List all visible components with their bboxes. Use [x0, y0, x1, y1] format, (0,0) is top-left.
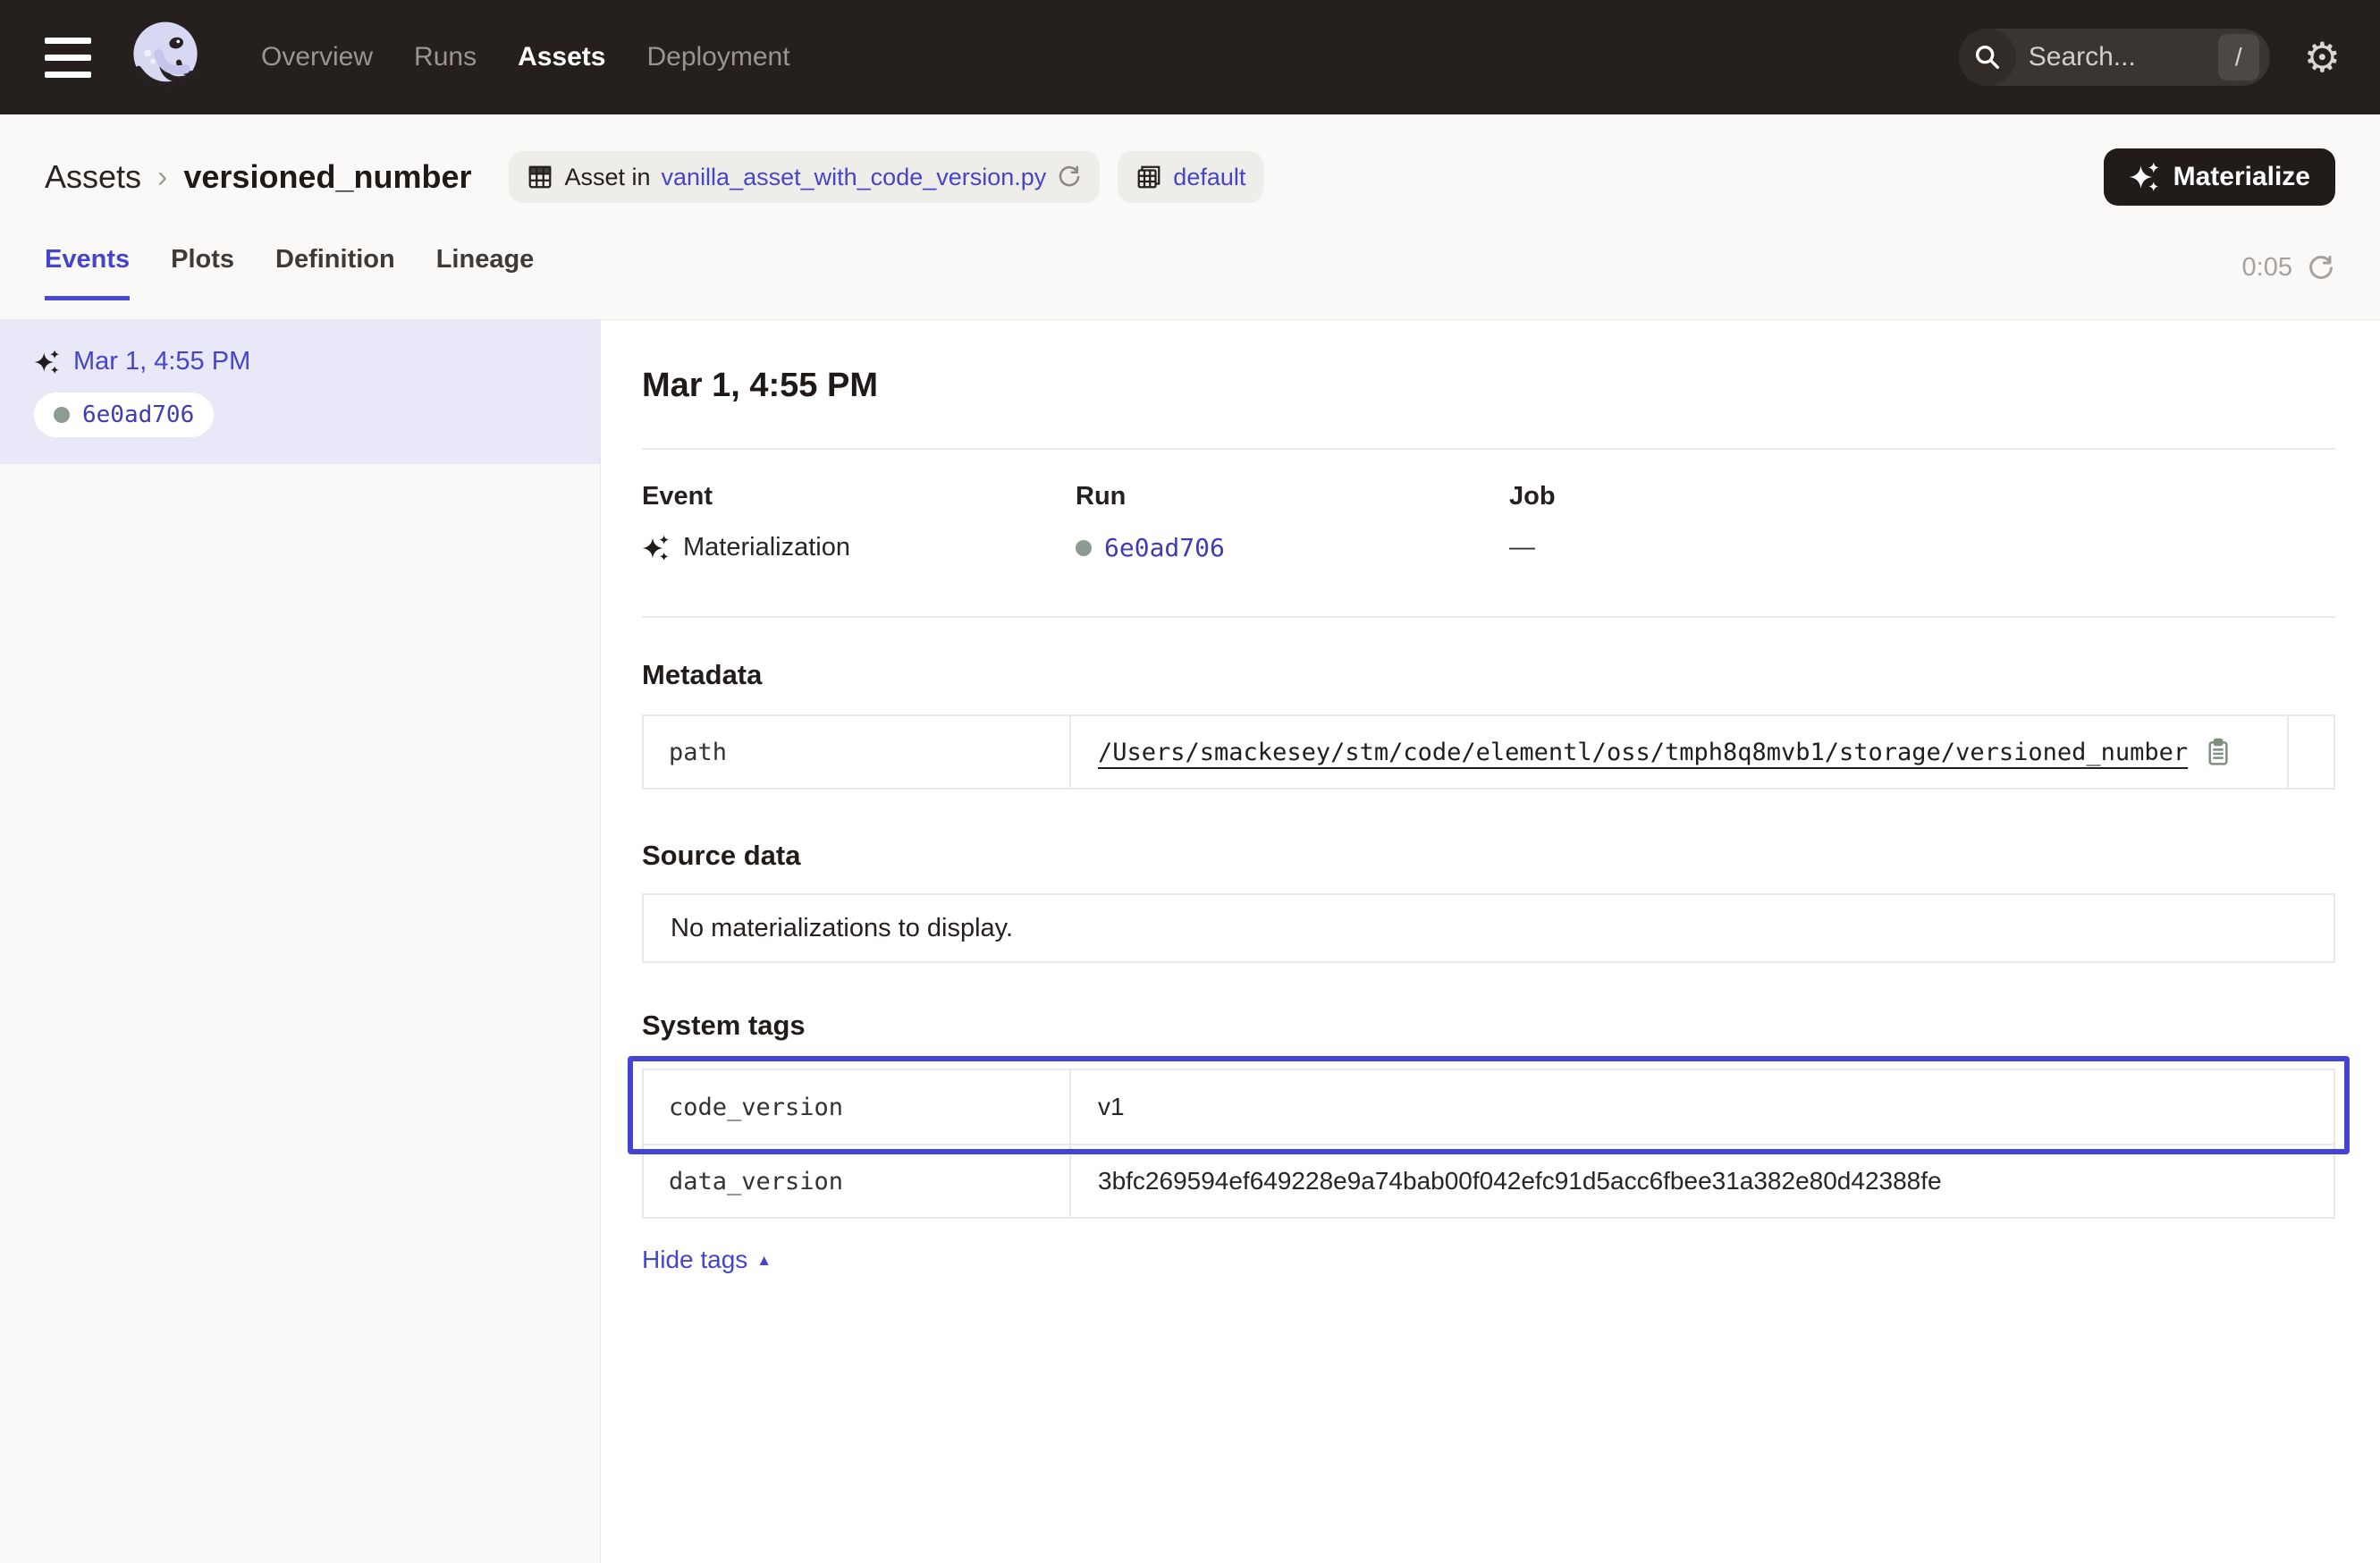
materialization-sparkle-icon [642, 534, 671, 562]
materialize-button[interactable]: Materialize [2104, 148, 2335, 206]
search-icon [1959, 29, 2016, 86]
search-shortcut-key: / [2218, 34, 2259, 80]
breadcrumb-assets-link[interactable]: Assets [45, 158, 141, 196]
settings-gear-icon[interactable]: ⚙ [2304, 37, 2341, 78]
tag-key: code_version [644, 1070, 1071, 1144]
system-tags-heading: System tags [642, 1010, 2335, 1042]
materialization-sparkle-icon [34, 349, 61, 376]
event-column-label: Event [642, 482, 1076, 511]
nav-item-deployment[interactable]: Deployment [646, 42, 789, 72]
asset-tabs: Events Plots Definition Lineage [45, 245, 534, 300]
table-grid-icon [527, 164, 553, 190]
run-column-label: Run [1076, 482, 1509, 511]
metadata-path-link[interactable]: /Users/smackesey/stm/code/elementl/oss/t… [1098, 739, 2188, 766]
breadcrumb: Assets › versioned_number [45, 158, 471, 196]
sparkle-icon [2129, 161, 2161, 193]
run-id-link[interactable]: 6e0ad706 [1104, 533, 1225, 562]
event-item-run-chip[interactable]: 6e0ad706 [34, 393, 214, 437]
run-status-dot [54, 407, 70, 423]
metadata-actions-cell [2287, 716, 2334, 788]
tag-value: 3bfc269594ef649228e9a74bab00f042efc91d5a… [1071, 1145, 2334, 1217]
copy-to-clipboard-icon[interactable] [2204, 738, 2232, 766]
group-chip-label: default [1173, 164, 1245, 191]
event-summary: Event Materialization Run 6 [642, 482, 2335, 562]
run-id-label: 6e0ad706 [82, 401, 194, 428]
tag-value: v1 [1071, 1070, 2334, 1144]
global-search[interactable]: / [1959, 29, 2270, 86]
event-item-timestamp: Mar 1, 4:55 PM [73, 347, 250, 376]
event-type-value: Materialization [683, 533, 850, 562]
divider [642, 616, 2335, 618]
metadata-heading: Metadata [642, 659, 2335, 691]
search-input[interactable] [2016, 42, 2218, 72]
hide-tags-link[interactable]: Hide tags ▲ [642, 1246, 772, 1274]
tab-plots[interactable]: Plots [171, 245, 234, 300]
top-navbar: Overview Runs Assets Deployment / ⚙ [0, 0, 2380, 114]
tag-key: data_version [644, 1145, 1071, 1217]
reload-icon[interactable] [1057, 165, 1082, 190]
breadcrumb-separator: › [157, 160, 167, 195]
run-status-dot [1076, 540, 1092, 556]
events-sidebar: Mar 1, 4:55 PM 6e0ad706 [0, 320, 601, 1563]
job-column-label: Job [1509, 482, 2335, 511]
table-row-data-version: data_version 3bfc269594ef649228e9a74bab0… [644, 1144, 2334, 1217]
workspace-grid-icon [1135, 164, 1162, 190]
hide-tags-label: Hide tags [642, 1246, 747, 1274]
event-title: Mar 1, 4:55 PM [642, 367, 2335, 405]
navbar-right: / ⚙ [1959, 29, 2380, 86]
asset-header: Assets › versioned_number Asset in vanil… [0, 114, 2380, 320]
tab-lineage[interactable]: Lineage [436, 245, 535, 300]
table-row: path /Users/smackesey/stm/code/elementl/… [644, 716, 2334, 788]
refresh-countdown: 0:05 [2242, 253, 2292, 283]
nav-item-assets[interactable]: Assets [518, 42, 605, 72]
nav-item-overview[interactable]: Overview [261, 42, 373, 72]
tab-definition[interactable]: Definition [275, 245, 395, 300]
hamburger-menu-icon[interactable] [45, 38, 91, 78]
source-data-empty-message: No materializations to display. [671, 914, 1013, 943]
metadata-table: path /Users/smackesey/stm/code/elementl/… [642, 714, 2335, 790]
event-detail-panel: Mar 1, 4:55 PM Event Materialization [601, 320, 2380, 1563]
group-chip-default[interactable]: default [1118, 151, 1263, 203]
breadcrumb-current-asset: versioned_number [183, 158, 471, 196]
job-empty-value: — [1509, 533, 1535, 562]
asset-file-link[interactable]: vanilla_asset_with_code_version.py [662, 164, 1047, 191]
materialize-label: Materialize [2173, 162, 2310, 192]
source-data-empty-state: No materializations to display. [642, 893, 2335, 963]
divider [642, 448, 2335, 450]
refresh-icon[interactable] [2307, 254, 2335, 283]
primary-nav: Overview Runs Assets Deployment [261, 42, 790, 72]
nav-item-runs[interactable]: Runs [414, 42, 477, 72]
source-data-heading: Source data [642, 840, 2335, 872]
tab-events[interactable]: Events [45, 245, 130, 300]
dagster-logo-icon[interactable] [125, 17, 206, 97]
collapse-arrow-icon: ▲ [756, 1253, 772, 1268]
metadata-key: path [644, 716, 1071, 788]
system-tags-table: code_version v1 data_version 3bfc269594e… [642, 1069, 2335, 1219]
asset-definition-chip[interactable]: Asset in vanilla_asset_with_code_version… [509, 151, 1100, 203]
event-list-item-selected[interactable]: Mar 1, 4:55 PM 6e0ad706 [0, 320, 600, 464]
table-row-code-version: code_version v1 [644, 1070, 2334, 1144]
asset-chip-prefix: Asset in [564, 164, 650, 191]
